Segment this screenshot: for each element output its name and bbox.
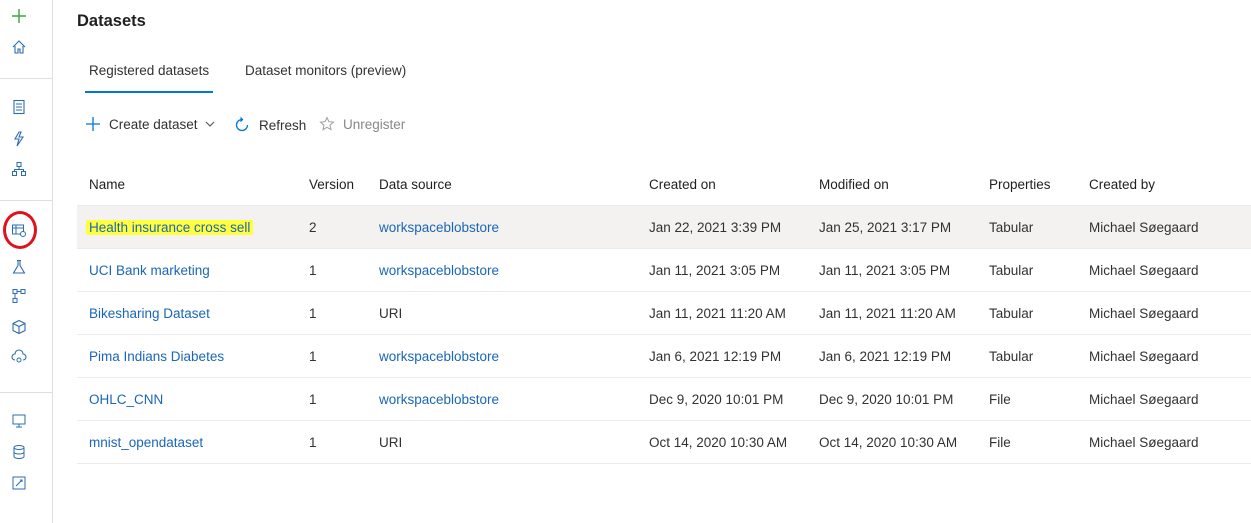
home-icon[interactable] xyxy=(8,36,30,58)
properties-cell: File xyxy=(989,434,1011,450)
created-by-cell: Michael Søegaard xyxy=(1089,262,1199,278)
dataset-name-link[interactable]: Bikesharing Dataset xyxy=(89,292,210,334)
plus-icon xyxy=(85,116,101,132)
unregister-button[interactable]: Unregister xyxy=(319,116,405,132)
table-bottom-border xyxy=(77,463,1251,464)
rail-divider xyxy=(0,200,52,201)
left-nav-rail xyxy=(0,0,53,523)
dataset-name-link[interactable]: UCI Bank marketing xyxy=(89,249,210,291)
dataset-name-link[interactable]: OHLC_CNN xyxy=(89,378,163,420)
refresh-button[interactable]: Refresh xyxy=(233,116,306,134)
page-title: Datasets xyxy=(77,12,146,30)
created-on-cell: Jan 6, 2021 12:19 PM xyxy=(649,348,782,364)
rail-divider xyxy=(0,78,52,79)
data-source-cell: URI xyxy=(379,434,403,450)
star-icon xyxy=(319,116,335,132)
table-row[interactable]: Health insurance cross sell 2 workspaceb… xyxy=(77,205,1251,248)
column-header-version[interactable]: Version xyxy=(309,163,354,205)
refresh-label: Refresh xyxy=(259,117,307,133)
table-header: Name Version Data source Created on Modi… xyxy=(77,163,1251,205)
data-source-link[interactable]: workspaceblobstore xyxy=(379,378,499,420)
created-on-cell: Dec 9, 2020 10:01 PM xyxy=(649,391,784,407)
datasets-table: Name Version Data source Created on Modi… xyxy=(77,163,1251,463)
tab-registered-datasets[interactable]: Registered datasets xyxy=(89,63,209,78)
column-header-data-source[interactable]: Data source xyxy=(379,163,452,205)
highlighted-dataset-name[interactable]: Health insurance cross sell xyxy=(86,219,254,235)
version-cell: 1 xyxy=(309,391,317,407)
active-tab-indicator xyxy=(85,91,213,93)
created-on-cell: Jan 11, 2021 3:05 PM xyxy=(649,262,781,278)
properties-cell: Tabular xyxy=(989,262,1034,278)
automl-icon[interactable] xyxy=(8,128,30,150)
version-cell: 2 xyxy=(309,219,317,235)
column-header-created-by[interactable]: Created by xyxy=(1089,163,1155,205)
experiments-icon[interactable] xyxy=(8,256,30,278)
endpoints-icon[interactable] xyxy=(8,346,30,368)
create-dataset-label: Create dataset xyxy=(109,116,198,132)
created-on-cell: Oct 14, 2020 10:30 AM xyxy=(649,434,788,450)
created-by-cell: Michael Søegaard xyxy=(1089,391,1199,407)
version-cell: 1 xyxy=(309,434,317,450)
dataset-name-link[interactable]: mnist_opendataset xyxy=(89,421,203,463)
modified-on-cell: Dec 9, 2020 10:01 PM xyxy=(819,391,954,407)
datastores-icon[interactable] xyxy=(8,441,30,463)
annotation-circle xyxy=(3,211,37,249)
version-cell: 1 xyxy=(309,305,317,321)
properties-cell: File xyxy=(989,391,1011,407)
dataset-name-link[interactable]: Pima Indians Diabetes xyxy=(89,335,224,377)
modified-on-cell: Oct 14, 2020 10:30 AM xyxy=(819,434,958,450)
created-by-cell: Michael Søegaard xyxy=(1089,348,1199,364)
models-icon[interactable] xyxy=(8,316,30,338)
properties-cell: Tabular xyxy=(989,219,1034,235)
modified-on-cell: Jan 11, 2021 3:05 PM xyxy=(819,262,951,278)
properties-cell: Tabular xyxy=(989,305,1034,321)
data-source-link[interactable]: workspaceblobstore xyxy=(379,335,499,377)
column-header-created-on[interactable]: Created on xyxy=(649,163,716,205)
properties-cell: Tabular xyxy=(989,348,1034,364)
tab-dataset-monitors[interactable]: Dataset monitors (preview) xyxy=(245,63,406,78)
table-row[interactable]: Pima Indians Diabetes 1 workspaceblobsto… xyxy=(77,334,1251,377)
modified-on-cell: Jan 25, 2021 3:17 PM xyxy=(819,219,952,235)
unregister-label: Unregister xyxy=(343,116,406,132)
modified-on-cell: Jan 11, 2021 11:20 AM xyxy=(819,305,956,321)
data-source-cell: URI xyxy=(379,305,403,321)
version-cell: 1 xyxy=(309,262,317,278)
plus-icon[interactable] xyxy=(8,5,30,27)
pipelines-icon[interactable] xyxy=(8,285,30,307)
table-row[interactable]: Bikesharing Dataset 1 URI Jan 11, 2021 1… xyxy=(77,291,1251,334)
data-labeling-icon[interactable] xyxy=(8,472,30,494)
dataset-name-link[interactable]: Health insurance cross sell xyxy=(86,206,254,248)
created-on-cell: Jan 22, 2021 3:39 PM xyxy=(649,219,782,235)
chevron-down-icon[interactable] xyxy=(204,118,216,130)
created-by-cell: Michael Søegaard xyxy=(1089,219,1199,235)
compute-icon[interactable] xyxy=(8,410,30,432)
table-row[interactable]: OHLC_CNN 1 workspaceblobstore Dec 9, 202… xyxy=(77,377,1251,420)
column-header-properties[interactable]: Properties xyxy=(989,163,1051,205)
rail-divider xyxy=(0,392,52,393)
created-by-cell: Michael Søegaard xyxy=(1089,434,1199,450)
refresh-icon xyxy=(233,116,251,134)
designer-icon[interactable] xyxy=(8,158,30,180)
table-row[interactable]: mnist_opendataset 1 URI Oct 14, 2020 10:… xyxy=(77,420,1251,463)
create-dataset-button[interactable]: Create dataset xyxy=(85,116,216,132)
column-header-modified-on[interactable]: Modified on xyxy=(819,163,889,205)
created-by-cell: Michael Søegaard xyxy=(1089,305,1199,321)
version-cell: 1 xyxy=(309,348,317,364)
column-header-name[interactable]: Name xyxy=(89,163,125,205)
modified-on-cell: Jan 6, 2021 12:19 PM xyxy=(819,348,952,364)
data-source-link[interactable]: workspaceblobstore xyxy=(379,249,499,291)
data-source-link[interactable]: workspaceblobstore xyxy=(379,206,499,248)
notebook-icon[interactable] xyxy=(8,96,30,118)
table-row[interactable]: UCI Bank marketing 1 workspaceblobstore … xyxy=(77,248,1251,291)
created-on-cell: Jan 11, 2021 11:20 AM xyxy=(649,305,786,321)
